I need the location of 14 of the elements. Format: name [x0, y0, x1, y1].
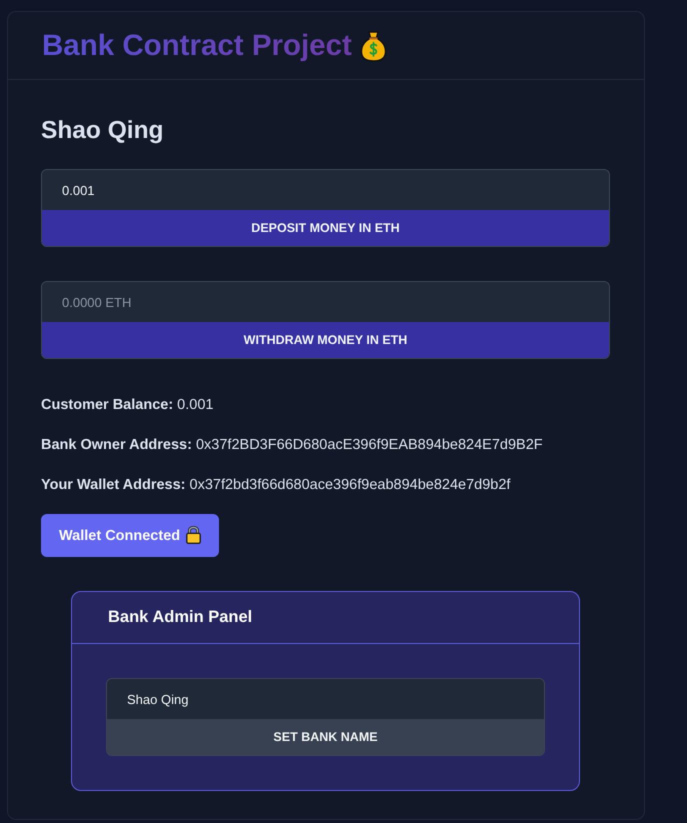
deposit-amount-field[interactable]: 0.001 [42, 170, 609, 210]
admin-panel-title: Bank Admin Panel [72, 592, 579, 644]
money-bag-icon [360, 30, 387, 62]
bank-name-heading: Shao Qing [41, 117, 164, 145]
padlock-icon [186, 525, 202, 544]
wallet-connected-button[interactable]: Wallet Connected [41, 514, 220, 557]
set-bank-name-button[interactable]: SET BANK NAME [107, 719, 544, 755]
customer-balance-text: Customer Balance: 0.001 [41, 396, 214, 414]
bank-owner-address-text: Bank Owner Address: 0x37f2BD3F66D680acE396f9EAB894be824E7d9B2F [41, 436, 543, 454]
withdraw-button[interactable]: WITHDRAW MONEY IN ETH [42, 322, 609, 358]
wallet-address-text: Your Wallet Address: 0x37f2bd3f66d680ace396f9eab894be824e7d9b2f [41, 476, 510, 494]
bank-name-field[interactable]: Shao Qing [107, 679, 544, 719]
withdraw-amount-field[interactable]: 0.0000 ETH [42, 282, 609, 322]
deposit-button[interactable]: DEPOSIT MONEY IN ETH [42, 210, 609, 246]
